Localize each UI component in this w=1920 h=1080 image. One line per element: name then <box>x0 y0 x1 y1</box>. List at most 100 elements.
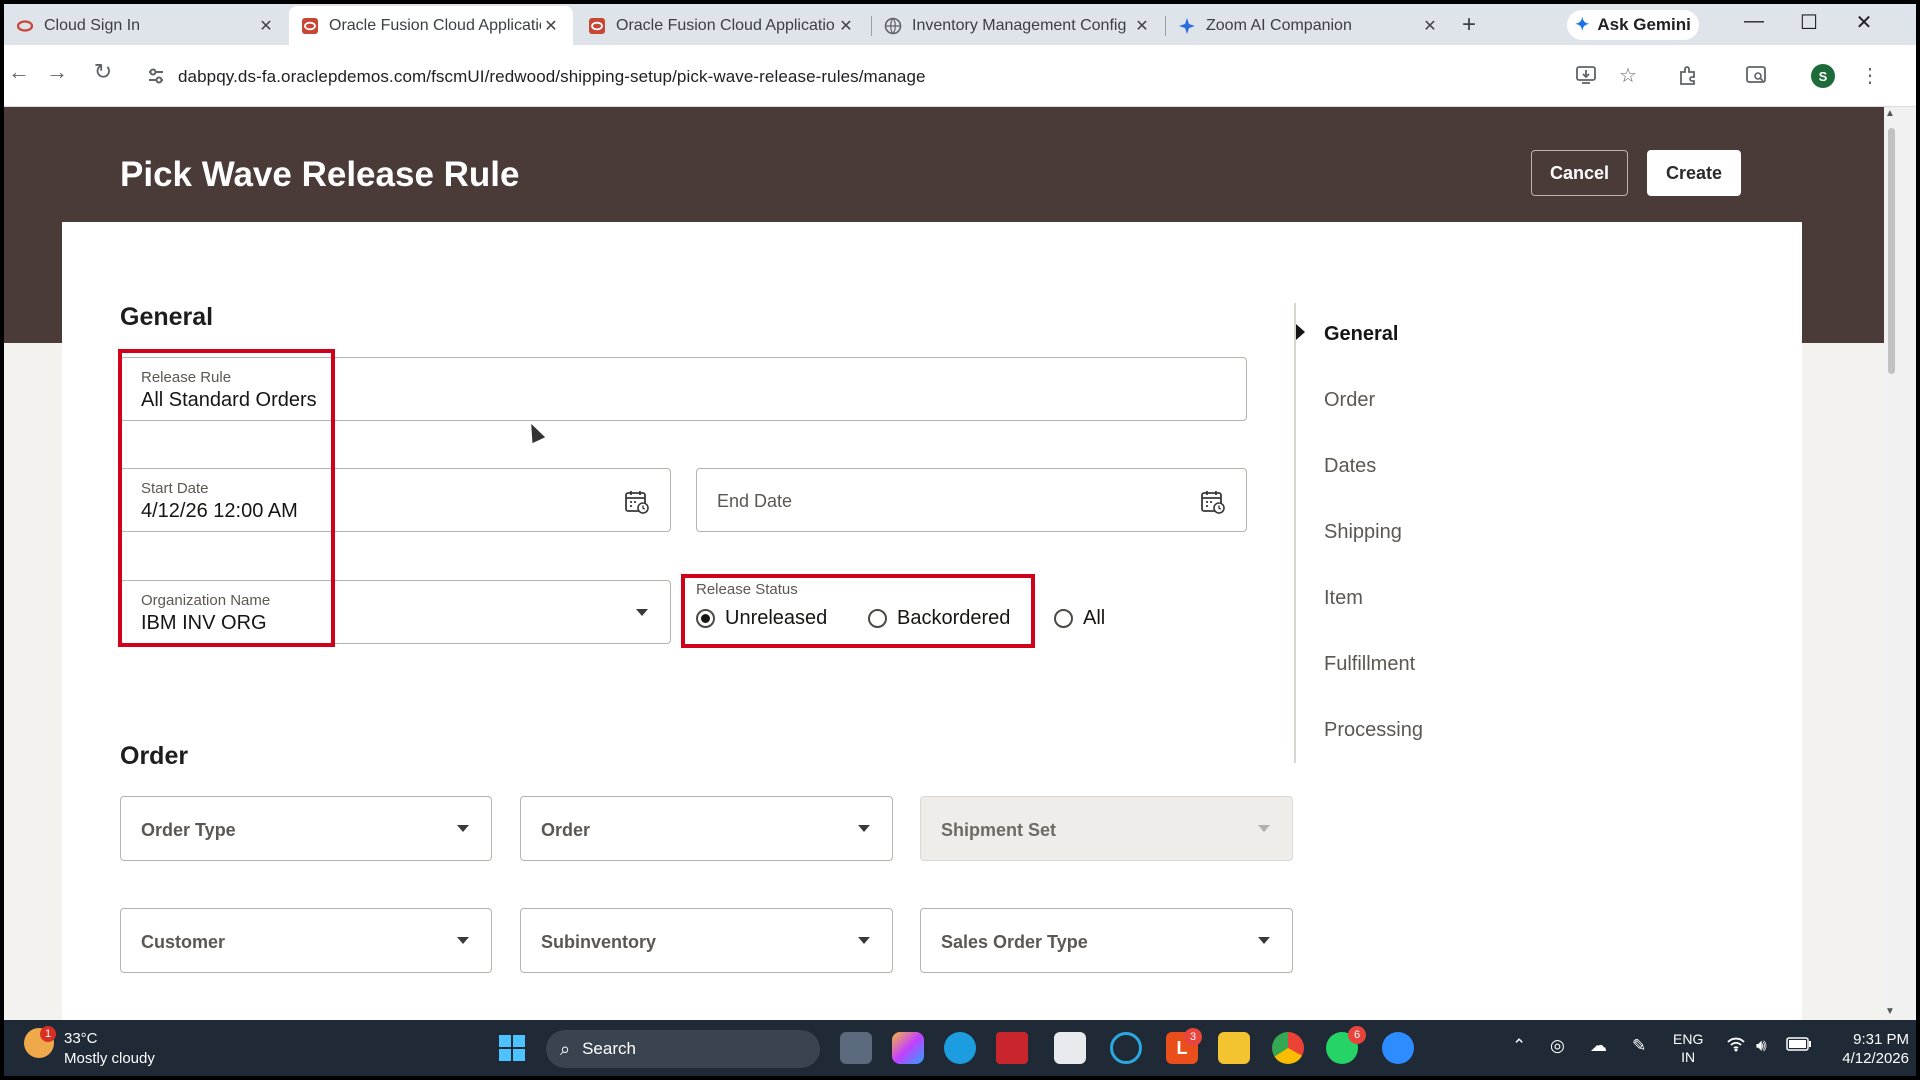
extensions-icon[interactable] <box>1674 61 1702 89</box>
install-app-icon[interactable] <box>1572 61 1600 89</box>
close-icon[interactable]: ✕ <box>1132 16 1152 36</box>
radio-all-label: All <box>1083 607 1106 629</box>
microsoft-store-icon[interactable] <box>1054 1032 1086 1064</box>
reload-icon[interactable]: ↻ <box>88 59 118 85</box>
address-bar-url[interactable]: dabpqy.ds-fa.oraclepdemos.com/fscmUI/red… <box>178 67 926 87</box>
taskbar-search[interactable]: ⌕ Search <box>546 1030 820 1068</box>
tray-app-icon[interactable]: ◎ <box>1550 1036 1565 1056</box>
section-nav-general[interactable]: General <box>1324 323 1398 346</box>
window-close-icon[interactable]: ✕ <box>1844 10 1884 35</box>
edge-browser-icon[interactable] <box>944 1032 976 1064</box>
end-date-field[interactable]: End Date <box>696 468 1247 532</box>
calendar-icon[interactable] <box>624 489 650 515</box>
tab-title: Cloud Sign In <box>44 16 141 34</box>
region-code: IN <box>1681 1049 1696 1065</box>
customer-select[interactable]: Customer <box>120 908 492 973</box>
chevron-down-icon[interactable] <box>858 937 870 944</box>
order-select[interactable]: Order <box>520 796 893 861</box>
tab-title: Zoom AI Companion <box>1206 16 1352 34</box>
ask-gemini-button[interactable]: ✦ Ask Gemini <box>1567 10 1699 40</box>
order-type-select[interactable]: Order Type <box>120 796 492 861</box>
close-icon[interactable]: ✕ <box>1420 16 1440 36</box>
app-l-badge: 3 <box>1184 1028 1202 1046</box>
windows-start-icon[interactable] <box>496 1032 528 1064</box>
section-nav-dates[interactable]: Dates <box>1324 455 1376 478</box>
tray-overflow-chevron-icon[interactable]: ⌃ <box>1512 1036 1526 1056</box>
oracle-favicon-icon <box>16 17 34 35</box>
pen-input-icon[interactable]: ✎ <box>1632 1036 1646 1056</box>
file-explorer-icon[interactable] <box>1218 1032 1250 1064</box>
calendar-icon[interactable] <box>1200 489 1226 515</box>
section-nav-fulfillment[interactable]: Fulfillment <box>1324 653 1415 676</box>
shipment-set-label: Shipment Set <box>941 820 1057 840</box>
order-section-title: Order <box>120 742 189 770</box>
onedrive-icon[interactable]: ☁ <box>1590 1036 1607 1056</box>
active-section-marker <box>1296 324 1305 340</box>
section-nav-order[interactable]: Order <box>1324 389 1375 412</box>
new-tab-button[interactable]: + <box>1462 11 1476 39</box>
create-button[interactable]: Create <box>1647 150 1741 196</box>
close-icon[interactable]: ✕ <box>836 16 856 36</box>
back-arrow-icon[interactable]: ← <box>4 59 34 85</box>
task-view-icon[interactable] <box>840 1032 872 1064</box>
end-date-label: End Date <box>717 491 793 511</box>
bookmark-star-icon[interactable]: ☆ <box>1614 61 1642 89</box>
chevron-down-icon[interactable] <box>457 937 469 944</box>
shipment-set-select: Shipment Set <box>920 796 1293 861</box>
section-nav-rail <box>1294 303 1296 763</box>
tab-oracle-fusion-active[interactable]: Oracle Fusion Cloud Applicatio ✕ <box>289 6 573 45</box>
oracle-favicon-icon <box>588 17 606 35</box>
wifi-icon[interactable] <box>1726 1036 1746 1057</box>
profile-avatar[interactable]: S <box>1811 64 1835 88</box>
close-icon[interactable]: ✕ <box>256 16 276 36</box>
globe-icon <box>884 17 902 35</box>
browser-tab-strip: Cloud Sign In ✕ Oracle Fusion Cloud Appl… <box>4 4 1916 45</box>
cancel-button[interactable]: Cancel <box>1531 150 1628 196</box>
zoom-icon[interactable] <box>1382 1032 1414 1064</box>
chevron-down-icon[interactable] <box>858 825 870 832</box>
page-title: Pick Wave Release Rule <box>120 155 520 194</box>
windows-taskbar: 1 33°C Mostly cloudy ⌕ Search L 3 6 ⌃ ◎ … <box>4 1020 1916 1076</box>
mcafee-icon[interactable] <box>996 1032 1028 1064</box>
system-clock[interactable]: 9:31 PM 4/12/2026 <box>1829 1030 1909 1068</box>
whatsapp-badge: 6 <box>1348 1026 1366 1044</box>
cortana-icon[interactable] <box>1110 1032 1142 1064</box>
volume-icon[interactable]: 🔊︎ <box>1756 1036 1767 1056</box>
subinventory-select[interactable]: Subinventory <box>520 908 893 973</box>
section-nav-shipping[interactable]: Shipping <box>1324 521 1402 544</box>
battery-icon[interactable] <box>1786 1036 1812 1056</box>
tab-cloud-sign-in[interactable]: Cloud Sign In ✕ <box>4 6 288 45</box>
sales-order-type-select[interactable]: Sales Order Type <box>920 908 1293 973</box>
highlight-box-left <box>118 349 335 647</box>
section-nav-processing[interactable]: Processing <box>1324 719 1423 742</box>
side-panel-search-icon[interactable] <box>1742 61 1770 89</box>
chevron-down-icon <box>1258 825 1270 832</box>
section-nav-item[interactable]: Item <box>1324 587 1363 610</box>
scroll-up-arrow-icon[interactable]: ▲ <box>1885 108 1895 119</box>
tab-inventory-config[interactable]: Inventory Management Config ✕ <box>872 6 1164 45</box>
maximize-icon[interactable]: ☐ <box>1789 10 1829 35</box>
browser-toolbar: ← → ↻ dabpqy.ds-fa.oraclepdemos.com/fscm… <box>4 45 1916 107</box>
chevron-down-icon[interactable] <box>636 609 648 616</box>
tab-oracle-fusion[interactable]: Oracle Fusion Cloud Applicatio ✕ <box>576 6 868 45</box>
more-menu-icon[interactable]: ⋮ <box>1856 61 1884 89</box>
screen: Cloud Sign In ✕ Oracle Fusion Cloud Appl… <box>4 4 1916 1076</box>
oracle-favicon-icon <box>301 17 319 35</box>
scrollbar-thumb[interactable] <box>1888 128 1895 374</box>
site-settings-icon[interactable] <box>142 62 170 90</box>
weather-description[interactable]: Mostly cloudy <box>64 1050 155 1067</box>
minimize-icon[interactable]: — <box>1734 10 1774 33</box>
close-icon[interactable]: ✕ <box>541 16 561 36</box>
language-code: ENG <box>1673 1031 1704 1047</box>
chevron-down-icon[interactable] <box>1258 937 1270 944</box>
forward-arrow-icon[interactable]: → <box>42 59 72 85</box>
tab-zoom-ai[interactable]: Zoom AI Companion ✕ <box>1166 6 1452 45</box>
language-indicator[interactable]: ENG IN <box>1673 1030 1703 1066</box>
radio-all[interactable]: All <box>1054 607 1105 630</box>
gemini-star-icon: ✦ <box>1575 15 1590 34</box>
copilot-icon[interactable] <box>892 1032 924 1064</box>
scroll-down-arrow-icon[interactable]: ▼ <box>1885 1006 1895 1017</box>
chevron-down-icon[interactable] <box>457 825 469 832</box>
weather-temperature[interactable]: 33°C <box>64 1030 98 1047</box>
chrome-icon[interactable] <box>1272 1032 1304 1064</box>
